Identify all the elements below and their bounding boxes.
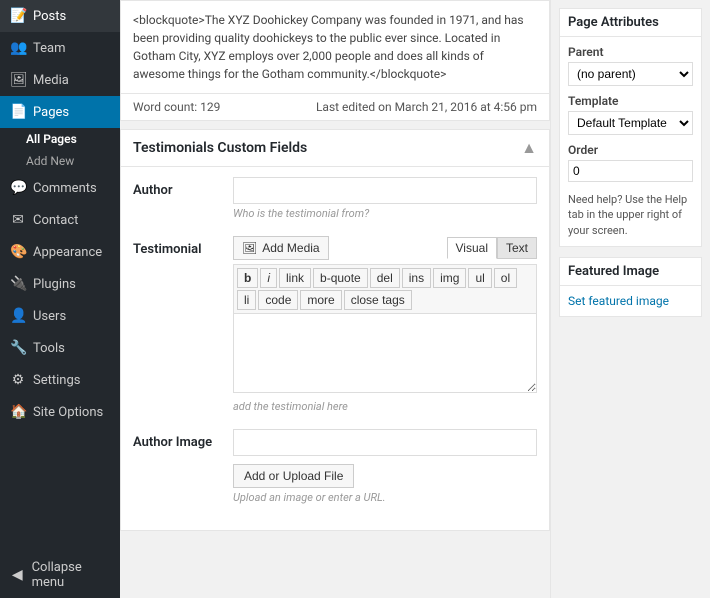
template-label: Template — [568, 94, 693, 108]
testimonial-field-row: Testimonial 🖼 Add Media Visual Text — [133, 236, 537, 413]
main-content: <blockquote>The XYZ Doohickey Company wa… — [120, 0, 710, 598]
featured-image-box: Featured Image Set featured image — [559, 257, 702, 317]
page-attributes-body: Parent (no parent) Template Default Temp… — [560, 37, 701, 246]
word-count-bar: Word count: 129 Last edited on March 21,… — [120, 94, 550, 121]
fmt-ul[interactable]: ul — [468, 268, 491, 288]
plugins-icon: 🔌 — [10, 276, 26, 292]
blockquote-text: <blockquote>The XYZ Doohickey Company wa… — [133, 13, 524, 81]
toggle-icon[interactable]: ▲ — [521, 138, 537, 158]
editor-mode-buttons: Visual Text — [447, 237, 537, 259]
fmt-i[interactable]: i — [260, 268, 277, 288]
team-icon: 👥 — [10, 40, 26, 56]
content-area: <blockquote>The XYZ Doohickey Company wa… — [120, 0, 710, 598]
sidebar-item-collapse[interactable]: ◀ Collapse menu — [0, 552, 120, 598]
featured-image-body: Set featured image — [560, 286, 701, 316]
fmt-img[interactable]: img — [433, 268, 466, 288]
left-content: <blockquote>The XYZ Doohickey Company wa… — [120, 0, 550, 598]
authorimage-input[interactable] — [233, 429, 537, 456]
testimonial-field-content: 🖼 Add Media Visual Text b i — [233, 236, 537, 413]
fmt-more[interactable]: more — [300, 290, 341, 310]
fmt-del[interactable]: del — [370, 268, 400, 288]
order-label: Order — [568, 143, 693, 157]
custom-fields-body: Author Who is the testimonial from? Test… — [121, 167, 549, 530]
settings-icon: ⚙ — [10, 372, 26, 388]
fmt-closetags[interactable]: close tags — [344, 290, 412, 310]
authorimage-field-content: Add or Upload File Upload an image or en… — [233, 429, 537, 504]
add-media-icon: 🖼 — [242, 241, 257, 255]
media-icon: 🖼 — [10, 72, 26, 88]
fmt-b[interactable]: b — [237, 268, 258, 288]
formatting-bar: b i link b-quote del ins img ul ol li co — [233, 264, 537, 313]
sidebar-item-team[interactable]: 👥 Team — [0, 32, 120, 64]
contact-icon: ✉ — [10, 212, 26, 228]
parent-label: Parent — [568, 45, 693, 59]
author-hint: Who is the testimonial from? — [233, 207, 537, 220]
testimonial-textarea[interactable] — [233, 313, 537, 393]
page-attributes-header: Page Attributes — [560, 9, 701, 37]
custom-fields-header: Testimonials Custom Fields ▲ — [121, 130, 549, 167]
right-sidebar: Page Attributes Parent (no parent) Templ… — [550, 0, 710, 598]
sidebar-subitem-allpages[interactable]: All Pages — [0, 128, 120, 150]
author-field-content: Who is the testimonial from? — [233, 177, 537, 220]
sidebar-item-users[interactable]: 👤 Users — [0, 300, 120, 332]
sidebar-item-siteoptions[interactable]: 🏠 Site Options — [0, 396, 120, 428]
custom-fields-title: Testimonials Custom Fields — [133, 140, 307, 156]
custom-fields-box: Testimonials Custom Fields ▲ Author Who … — [120, 129, 550, 531]
sidebar-item-posts[interactable]: 📝 Posts — [0, 0, 120, 32]
order-input[interactable] — [568, 160, 693, 182]
pages-icon: 📄 — [10, 104, 26, 120]
fmt-ins[interactable]: ins — [402, 268, 431, 288]
text-mode-button[interactable]: Text — [497, 237, 537, 259]
upload-hint: Upload an image or enter a URL. — [233, 491, 537, 504]
sidebar-item-tools[interactable]: 🔧 Tools — [0, 332, 120, 364]
sidebar-item-pages[interactable]: 📄 Pages — [0, 96, 120, 128]
tools-icon: 🔧 — [10, 340, 26, 356]
users-icon: 👤 — [10, 308, 26, 324]
author-image-field-row: Author Image Add or Upload File Upload a… — [133, 429, 537, 504]
parent-select[interactable]: (no parent) — [568, 62, 693, 86]
author-label: Author — [133, 177, 223, 198]
editor-toolbar-top: 🖼 Add Media Visual Text — [233, 236, 537, 260]
sidebar-item-contact[interactable]: ✉ Contact — [0, 204, 120, 236]
author-input[interactable] — [233, 177, 537, 204]
fmt-ol[interactable]: ol — [494, 268, 517, 288]
sidebar-subitem-addnew[interactable]: Add New — [0, 150, 120, 172]
word-count: Word count: 129 — [133, 100, 220, 114]
sidebar-item-comments[interactable]: 💬 Comments — [0, 172, 120, 204]
testimonial-hint: add the testimonial here — [233, 400, 537, 413]
add-media-button[interactable]: 🖼 Add Media — [233, 236, 329, 260]
blockquote-section: <blockquote>The XYZ Doohickey Company wa… — [120, 0, 550, 94]
posts-icon: 📝 — [10, 8, 26, 24]
fmt-code[interactable]: code — [258, 290, 298, 310]
collapse-icon: ◀ — [10, 567, 25, 583]
sidebar-item-settings[interactable]: ⚙ Settings — [0, 364, 120, 396]
visual-mode-button[interactable]: Visual — [447, 237, 497, 259]
last-edited: Last edited on March 21, 2016 at 4:56 pm — [316, 100, 537, 114]
fmt-link[interactable]: link — [279, 268, 311, 288]
template-select[interactable]: Default Template — [568, 111, 693, 135]
author-field-row: Author Who is the testimonial from? — [133, 177, 537, 220]
sidebar-item-media[interactable]: 🖼 Media — [0, 64, 120, 96]
help-text: Need help? Use the Help tab in the upper… — [568, 192, 693, 238]
sidebar: 📝 Posts 👥 Team 🖼 Media 📄 Pages All Pages… — [0, 0, 120, 598]
page-attributes-box: Page Attributes Parent (no parent) Templ… — [559, 8, 702, 247]
appearance-icon: 🎨 — [10, 244, 26, 260]
sidebar-item-appearance[interactable]: 🎨 Appearance — [0, 236, 120, 268]
authorimage-label: Author Image — [133, 429, 223, 450]
siteoptions-icon: 🏠 — [10, 404, 26, 420]
fmt-bquote[interactable]: b-quote — [313, 268, 368, 288]
upload-button[interactable]: Add or Upload File — [233, 464, 354, 488]
set-featured-image-link[interactable]: Set featured image — [568, 294, 669, 308]
testimonial-label: Testimonial — [133, 236, 223, 257]
fmt-li[interactable]: li — [237, 290, 256, 310]
featured-image-header: Featured Image — [560, 258, 701, 286]
sidebar-item-plugins[interactable]: 🔌 Plugins — [0, 268, 120, 300]
comments-icon: 💬 — [10, 180, 26, 196]
